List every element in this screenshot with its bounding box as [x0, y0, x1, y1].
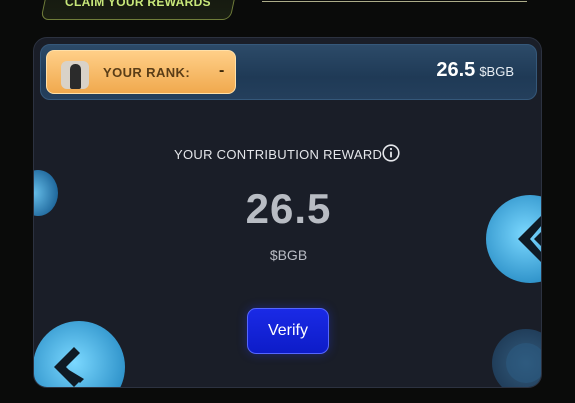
verify-button[interactable]: Verify	[247, 308, 329, 354]
claim-rewards-label[interactable]: CLAIM YOUR REWARDS	[65, 0, 211, 9]
rank-amount-unit: $BGB	[479, 64, 514, 79]
rank-value: -	[219, 62, 225, 79]
rank-amount: 26.5 $BGB	[436, 59, 514, 82]
header-divider	[262, 1, 527, 2]
coin-right-bottom-icon	[492, 329, 541, 387]
avatar	[61, 61, 89, 89]
rank-label: YOUR RANK:	[103, 65, 191, 80]
rewards-card: YOUR RANK: - 26.5 $BGB YOUR CONTRIBUTION …	[33, 37, 542, 388]
rank-amount-value: 26.5	[436, 59, 476, 81]
coin-left-bottom-icon	[34, 321, 125, 387]
reward-value: 26.5	[245, 185, 332, 232]
reward-unit: $BGB	[269, 247, 308, 263]
contribution-title: YOUR CONTRIBUTION REWARD	[174, 147, 383, 162]
info-icon[interactable]	[382, 144, 400, 162]
rank-bar: YOUR RANK: - 26.5 $BGB	[40, 44, 537, 100]
rank-pill: YOUR RANK: -	[46, 50, 236, 94]
